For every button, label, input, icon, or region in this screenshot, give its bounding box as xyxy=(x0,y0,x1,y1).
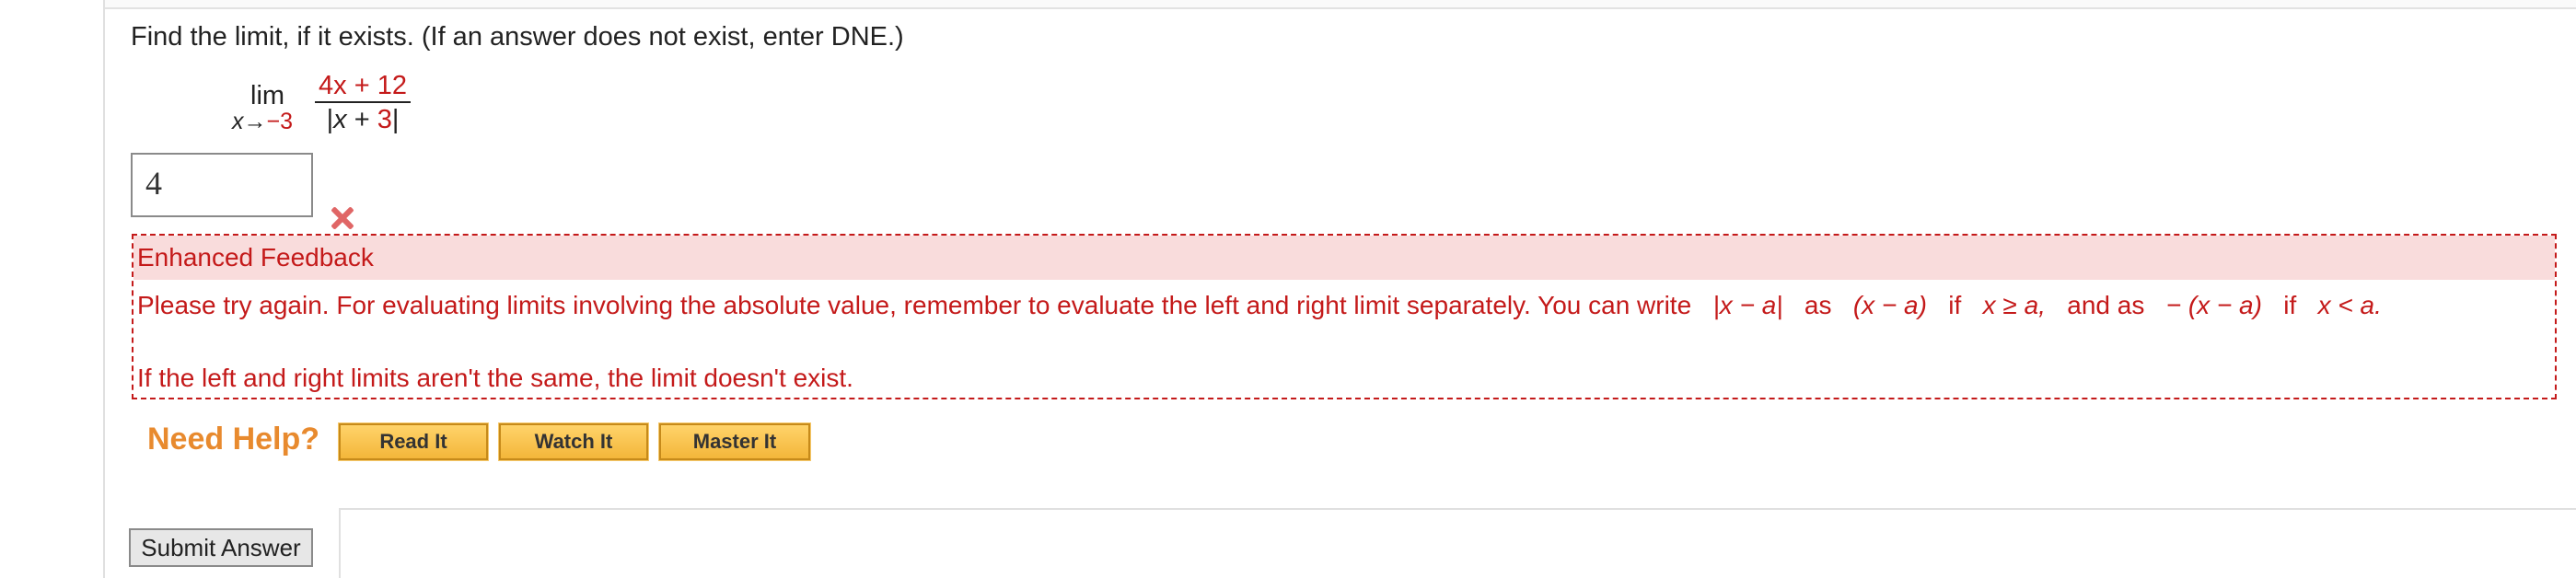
if-word-1: if xyxy=(1948,291,1962,319)
feedback-line-2: If the left and right limits aren't the … xyxy=(137,364,853,392)
enhanced-feedback-panel: Enhanced Feedback Please try again. For … xyxy=(132,234,2557,399)
bottom-panel xyxy=(339,508,2576,578)
denominator: |x + 3| xyxy=(315,103,411,136)
feedback-heading: Enhanced Feedback xyxy=(133,236,2555,280)
left-divider xyxy=(103,0,105,578)
and-as-words: and as xyxy=(2067,291,2145,319)
submit-answer-button[interactable]: Submit Answer xyxy=(129,528,313,567)
answer-input[interactable]: 4 xyxy=(131,153,313,217)
as-word: as xyxy=(1804,291,1832,319)
arrow-glyph: → xyxy=(243,109,267,134)
limit-expression: lim x→−3 4x + 12 |x + 3| xyxy=(232,70,435,134)
denominator-op: + xyxy=(354,105,370,134)
denominator-const: 3 xyxy=(377,105,392,134)
denominator-var: x xyxy=(333,105,347,134)
numerator-const: 12 xyxy=(377,71,407,100)
condition-2: x < a. xyxy=(2317,291,2382,319)
watch-it-button[interactable]: Watch It xyxy=(498,422,649,461)
lim-approach-value: −3 xyxy=(266,109,294,134)
condition-1: x ≥ a, xyxy=(1982,291,2046,319)
read-it-button[interactable]: Read It xyxy=(338,422,489,461)
feedback-line-1-text: Please try again. For evaluating limits … xyxy=(137,291,1692,319)
lim-subscript: x→−3 xyxy=(232,109,293,135)
abs-close: | xyxy=(391,105,400,134)
x-mark-icon xyxy=(328,204,355,232)
fraction: 4x + 12 |x + 3| xyxy=(315,70,411,136)
abs-open: | xyxy=(326,105,334,134)
if-word-2: if xyxy=(2283,291,2297,319)
lim-variable: x xyxy=(232,109,244,134)
top-divider xyxy=(103,0,2576,9)
question-prompt: Find the limit, if it exists. (If an ans… xyxy=(131,22,904,52)
lim-word: lim xyxy=(250,81,285,110)
need-help-label: Need Help? xyxy=(147,422,320,457)
case-1-expression: (x − a) xyxy=(1852,291,1927,319)
case-2-expression: − (x − a) xyxy=(2165,291,2262,319)
master-it-button[interactable]: Master It xyxy=(658,422,811,461)
numerator: 4x + 12 xyxy=(315,70,411,103)
abs-expression: |x − a| xyxy=(1712,291,1783,319)
feedback-line-1: Please try again. For evaluating limits … xyxy=(137,291,2382,320)
numerator-term: 4x xyxy=(319,71,347,100)
numerator-op: + xyxy=(354,71,370,100)
